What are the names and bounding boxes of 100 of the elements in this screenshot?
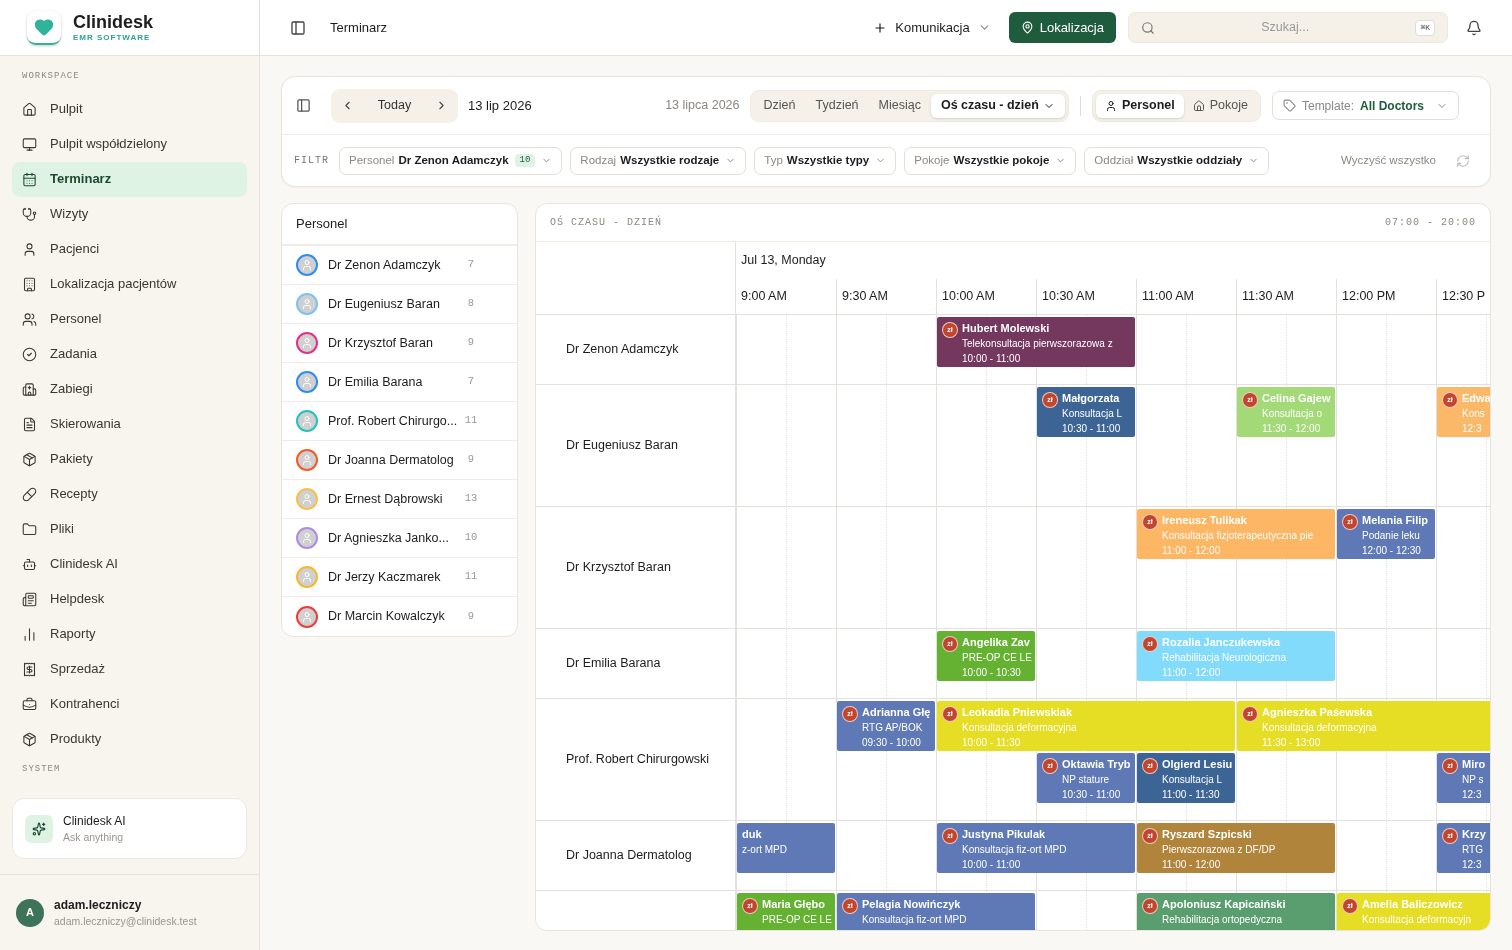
appointment-type: NP s — [1462, 773, 1485, 787]
resource-tab[interactable]: Personel — [1095, 93, 1184, 118]
staff-item[interactable]: Dr Marcin Kowalczyk 9 — [282, 597, 517, 636]
patient-name: Leokadia Pniewskiak — [962, 705, 1074, 720]
map-pin-icon — [1020, 21, 1034, 34]
nav-item[interactable]: Pulpit — [12, 91, 247, 127]
row-label: Dr Joanna Dermatolog — [566, 847, 692, 865]
patient-name: Ireneusz Tulikak — [1162, 513, 1248, 528]
patient-name: Agnieszka Paśewska — [1262, 705, 1374, 720]
full-date: 13 lipca 2026 — [665, 97, 740, 115]
clear-all-link[interactable]: Wyczyść wszystko — [1340, 151, 1436, 170]
staff-count: 9 — [466, 452, 476, 468]
logo-icon — [27, 10, 61, 45]
patient-name: Maria Głębo — [762, 897, 826, 912]
view-tab[interactable]: Miesiąc — [868, 93, 931, 118]
nav-item[interactable]: Pacjenci — [12, 231, 247, 267]
patient-name: Angelika Zav — [962, 635, 1031, 650]
nav-item[interactable]: Pakiety — [12, 441, 247, 477]
filter-dropdown[interactable]: Personel Dr Zenon Adamczyk 10 — [339, 146, 563, 175]
nav-item[interactable]: Wizyty — [12, 196, 247, 232]
filter-dropdown[interactable]: Pokoje Wszystkie pokoje — [904, 146, 1077, 175]
row-label: Dr Zenon Adamczyk — [566, 341, 679, 359]
stethoscope-icon — [22, 206, 37, 222]
nav-item[interactable]: Personel — [12, 301, 247, 337]
filter-dropdown[interactable]: Typ Wszystkie typy — [754, 146, 897, 175]
view-tab[interactable]: Tydzień — [805, 93, 869, 118]
staff-item[interactable]: Dr Joanna Dermatolog 9 — [282, 441, 517, 480]
row-label: Dr Eugeniusz Baran — [566, 437, 678, 455]
sidebar-toggle-icon[interactable] — [290, 19, 306, 36]
appointment-block[interactable]: duk z-ort MPD — [737, 823, 835, 873]
row-label: Dr Emilia Barana — [566, 655, 661, 673]
staff-item[interactable]: Dr Eugeniusz Baran 8 — [282, 285, 517, 324]
filter-dropdown[interactable]: Oddział Wszystkie oddziały — [1084, 146, 1270, 175]
nav-item[interactable]: Pulpit współdzielony — [12, 126, 247, 162]
location-button[interactable]: Lokalizacja — [1008, 12, 1116, 43]
patient-name: Hubert Molewski — [962, 321, 1051, 336]
staff-count: 10 — [463, 530, 479, 546]
today-button[interactable]: Today — [377, 96, 412, 115]
patient-name: Celina Gajew — [1262, 391, 1331, 406]
nav-item[interactable]: Sprzedaż — [12, 651, 247, 687]
ai-card[interactable]: Clinidesk AI Ask anything — [12, 798, 247, 859]
bell-icon[interactable] — [1466, 19, 1482, 36]
search-box[interactable]: Szukaj... ⌘K — [1128, 12, 1448, 43]
staff-item[interactable]: Dr Emilia Barana 7 — [282, 363, 517, 402]
nav-item[interactable]: Produkty — [12, 721, 247, 757]
staff-count: 7 — [466, 374, 476, 390]
template-dropdown[interactable]: Template: All Doctors — [1271, 91, 1459, 120]
staff-item[interactable]: Dr Zenon Adamczyk 7 — [282, 246, 517, 285]
staff-name: Dr Krzysztof Baran — [328, 334, 433, 352]
nav-item[interactable]: Raporty — [12, 616, 247, 652]
patient-name: Krzy — [1462, 827, 1486, 842]
nav-item[interactable]: Zabiegi — [12, 371, 247, 407]
nav-item[interactable]: Helpdesk — [12, 581, 247, 617]
nav-item[interactable]: Lokalizacja pacjentów — [12, 266, 247, 302]
newspaper-icon — [22, 591, 37, 607]
appointment-time: 12:00 - 12:30 — [1362, 544, 1422, 558]
nav-item[interactable]: Pliki — [12, 511, 247, 547]
shortcut-key: ⌘K — [1415, 19, 1435, 36]
appointment-time: 11:00 - 12:00 — [1162, 858, 1222, 872]
panel-toggle-icon[interactable] — [296, 98, 311, 113]
appointment-type: NP stature — [1062, 773, 1111, 787]
search-field[interactable]: Szukaj... — [1155, 18, 1416, 37]
time-header: 9:30 AM — [836, 279, 936, 314]
hospital-icon — [22, 381, 37, 397]
nav-item[interactable]: Clinidesk AI — [12, 546, 247, 582]
staff-item[interactable]: Dr Krzysztof Baran 9 — [282, 324, 517, 363]
communication-button[interactable]: Komunikacja — [865, 11, 999, 44]
nav-item[interactable]: Recepty — [12, 476, 247, 512]
user-avatar: A — [16, 898, 44, 927]
appointment-type: Konsultacja L — [1062, 407, 1123, 421]
staff-count: 9 — [466, 335, 476, 351]
nav-item[interactable]: Zadania — [12, 336, 247, 372]
building-icon — [22, 276, 37, 292]
resource-tab[interactable]: Pokoje — [1183, 93, 1257, 118]
staff-name: Dr Marcin Kowalczyk — [328, 608, 445, 626]
appointment-type: Konsultacja L — [1162, 773, 1224, 787]
staff-name: Dr Joanna Dermatolog — [328, 451, 454, 469]
nav-item[interactable]: Kontrahenci — [12, 686, 247, 722]
nav-item[interactable]: Skierowania — [12, 406, 247, 442]
time-range: 07:00 - 20:00 — [1385, 216, 1476, 230]
filter-dropdown[interactable]: Rodzaj Wszystkie rodzaje — [570, 146, 747, 175]
section-label: SYSTEM — [21, 762, 62, 776]
search-icon — [1141, 20, 1155, 35]
staff-item[interactable]: Dr Agnieszka Janko... 10 — [282, 519, 517, 558]
user-name: adam.leczniczy — [54, 896, 143, 914]
appointment-type: RTG AP/BOK — [862, 721, 924, 735]
staff-count: 7 — [466, 257, 476, 273]
staff-item[interactable]: Prof. Robert Chirurgo... 11 — [282, 402, 517, 441]
staff-item[interactable]: Dr Jerzy Kaczmarek 11 — [282, 558, 517, 597]
view-tab[interactable]: Oś czasu - dzień — [930, 93, 1065, 118]
staff-count: 9 — [466, 608, 476, 624]
patient-name: Małgorzata — [1062, 391, 1121, 406]
view-tab[interactable]: Dzień — [753, 93, 806, 118]
appointment-type: Konsultacja deformacyjna — [1262, 721, 1377, 735]
appointment-type: Konsultacja fiz-ort MPD — [862, 913, 967, 927]
nav-item[interactable]: Terminarz — [12, 161, 247, 197]
ai-card-subtitle: Ask anything — [63, 829, 125, 845]
staff-item[interactable]: Dr Ernest Dąbrowski 13 — [282, 480, 517, 519]
patient-name: Miro — [1462, 757, 1486, 772]
sparkles-icon — [25, 814, 53, 843]
